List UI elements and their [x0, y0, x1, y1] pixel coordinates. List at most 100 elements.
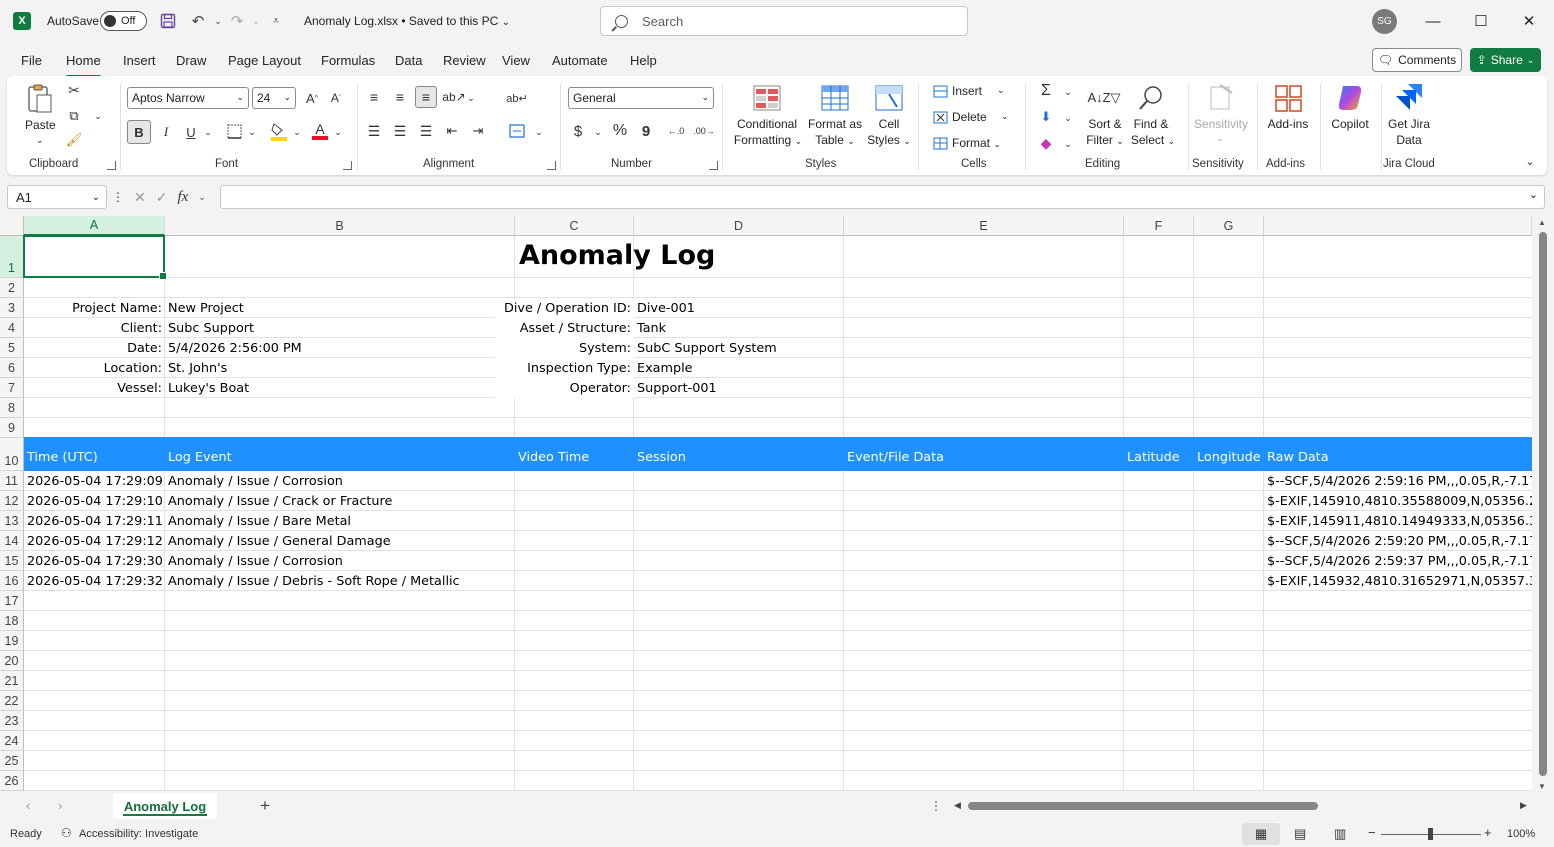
percent-button[interactable]: %: [611, 121, 629, 141]
format-as-table-label-2[interactable]: Table ⌄: [804, 133, 866, 149]
sort-filter-icon[interactable]: A↓Z▽: [1087, 82, 1121, 114]
find-select-label-2[interactable]: Select ⌄: [1127, 133, 1179, 149]
prev-sheet-icon[interactable]: ‹: [26, 798, 30, 813]
zoom-level[interactable]: 100%: [1507, 828, 1535, 840]
row-header-2[interactable]: 2: [0, 278, 24, 298]
delete-dropdown-icon[interactable]: ⌄: [1001, 109, 1009, 124]
raw-data-cell[interactable]: $-EXIF,145910,4810.35588009,N,05356.2399…: [1264, 491, 1532, 511]
sort-filter-label-1[interactable]: Sort &: [1087, 117, 1123, 132]
row-header-26[interactable]: 26: [0, 771, 24, 791]
get-jira-data-label-2[interactable]: Data: [1382, 133, 1436, 148]
conditional-formatting-label-1[interactable]: Conditional: [732, 117, 802, 132]
table-header-cell[interactable]: Time (UTC): [24, 437, 165, 471]
time-cell[interactable]: 2026-05-04 17:29:11: [24, 511, 165, 531]
column-header-b[interactable]: B: [165, 216, 515, 236]
row-header-17[interactable]: 17: [0, 591, 24, 611]
clipboard-launcher-icon[interactable]: [107, 161, 116, 170]
tab-home[interactable]: Home: [66, 53, 101, 78]
align-right-icon[interactable]: ☰: [417, 122, 435, 140]
table-header-cell[interactable]: Log Event: [165, 437, 515, 471]
cell-styles-label-1[interactable]: Cell: [869, 117, 909, 132]
clear-icon[interactable]: ◆: [1037, 134, 1055, 152]
comma-style-button[interactable]: 9: [639, 121, 653, 141]
scroll-down-icon[interactable]: ▼: [1538, 782, 1546, 791]
fill-dropdown-icon[interactable]: ⌄: [1063, 112, 1073, 124]
row-header-16[interactable]: 16: [0, 571, 24, 591]
normal-view-icon[interactable]: ▦: [1242, 823, 1280, 845]
sheet-tab-anomaly-log[interactable]: Anomaly Log: [113, 793, 217, 819]
insert-cells-button[interactable]: Insert: [952, 84, 982, 99]
underline-dropdown-icon[interactable]: ⌄: [203, 126, 213, 138]
paste-icon[interactable]: [25, 82, 55, 116]
number-format-select[interactable]: General ⌄: [568, 87, 714, 109]
table-header-cell[interactable]: Latitude: [1124, 437, 1194, 471]
row-header-4[interactable]: 4: [0, 318, 24, 338]
row-header-19[interactable]: 19: [0, 631, 24, 651]
avatar[interactable]: SG: [1372, 9, 1397, 34]
tab-view[interactable]: View: [502, 53, 530, 68]
scroll-left-icon[interactable]: ◀: [954, 800, 961, 811]
collapse-ribbon-icon[interactable]: ⌄: [1523, 154, 1537, 168]
font-launcher-icon[interactable]: [343, 161, 352, 170]
tab-review[interactable]: Review: [443, 53, 486, 68]
select-all-corner[interactable]: [0, 216, 24, 236]
spreadsheet-grid[interactable]: A B C D E F G 1 2 3 4 5 6 7 8 9 10 11 12 13 14 15 16 17 18 19 20 21…: [0, 216, 1532, 791]
format-painter-icon[interactable]: 🖌: [66, 132, 83, 148]
autosum-icon[interactable]: Σ: [1037, 82, 1055, 100]
fill-icon[interactable]: ⬇: [1037, 108, 1055, 126]
document-title[interactable]: Anomaly Log.xlsx • Saved to this PC ⌄: [304, 14, 510, 28]
tab-formulas[interactable]: Formulas: [321, 53, 375, 68]
zoom-out-icon[interactable]: −: [1368, 825, 1376, 840]
currency-dropdown-icon[interactable]: ⌄: [593, 126, 603, 138]
log-event-cell[interactable]: Anomaly / Issue / Corrosion: [165, 471, 515, 491]
maximize-icon[interactable]: ☐: [1469, 10, 1493, 32]
tab-file[interactable]: File: [21, 53, 42, 68]
table-header-cell[interactable]: Event/File Data: [844, 437, 1124, 471]
cut-icon[interactable]: ✂: [66, 82, 82, 98]
fill-color-icon[interactable]: [269, 120, 289, 142]
tab-page-layout[interactable]: Page Layout: [228, 53, 301, 68]
row-header-18[interactable]: 18: [0, 611, 24, 631]
scroll-up-icon[interactable]: ▲: [1538, 218, 1546, 227]
row-header-7[interactable]: 7: [0, 378, 24, 398]
currency-button[interactable]: $: [570, 121, 586, 141]
log-event-cell[interactable]: Anomaly / Issue / Bare Metal: [165, 511, 515, 531]
formula-input[interactable]: ⌄: [220, 185, 1545, 209]
row-header-15[interactable]: 15: [0, 551, 24, 571]
clear-dropdown-icon[interactable]: ⌄: [1063, 138, 1073, 150]
row-header-3[interactable]: 3: [0, 298, 24, 318]
column-header-g[interactable]: G: [1194, 216, 1264, 236]
tab-data[interactable]: Data: [395, 53, 422, 68]
sort-filter-label-2[interactable]: Filter ⌄: [1081, 133, 1129, 149]
time-cell[interactable]: 2026-05-04 17:29:10: [24, 491, 165, 511]
cell-styles-icon[interactable]: [874, 84, 904, 112]
align-left-icon[interactable]: ☰: [365, 122, 383, 140]
row-header-8[interactable]: 8: [0, 398, 24, 418]
horizontal-scroll-thumb[interactable]: [968, 802, 1318, 810]
raw-data-cell[interactable]: $--SCF,5/4/2026 2:59:16 PM,,,0.05,R,-7.1…: [1264, 471, 1532, 491]
delete-cells-icon[interactable]: [932, 110, 948, 124]
active-cell-selection[interactable]: [23, 235, 167, 280]
column-header-h[interactable]: [1264, 216, 1532, 236]
delete-cells-button[interactable]: Delete: [952, 110, 987, 125]
align-center-icon[interactable]: ☰: [391, 122, 409, 140]
row-header-5[interactable]: 5: [0, 338, 24, 358]
comments-button[interactable]: 🗨 Comments: [1372, 48, 1462, 72]
conditional-formatting-label-2[interactable]: Formatting ⌄: [728, 133, 808, 149]
scroll-right-icon[interactable]: ▶: [1520, 800, 1527, 811]
merge-center-icon[interactable]: [507, 122, 527, 140]
time-cell[interactable]: 2026-05-04 17:29:12: [24, 531, 165, 551]
log-event-cell[interactable]: Anomaly / Issue / Debris - Soft Rope / M…: [165, 571, 515, 591]
underline-button[interactable]: U: [181, 120, 201, 144]
undo-icon[interactable]: ↶: [188, 11, 208, 31]
font-name-select[interactable]: Aptos Narrow ⌄: [127, 87, 249, 109]
insert-dropdown-icon[interactable]: ⌄: [997, 83, 1005, 98]
format-cells-button[interactable]: Format ⌄: [952, 136, 1001, 152]
raw-data-cell[interactable]: $-EXIF,145932,4810.31652971,N,05357.3831…: [1264, 571, 1532, 591]
log-event-cell[interactable]: Anomaly / Issue / General Damage: [165, 531, 515, 551]
column-header-f[interactable]: F: [1124, 216, 1194, 236]
redo-dropdown-icon[interactable]: ⌄: [246, 11, 266, 31]
more-options-icon[interactable]: ⋮: [112, 189, 124, 205]
row-header-24[interactable]: 24: [0, 731, 24, 751]
table-header-cell[interactable]: Raw Data: [1264, 437, 1532, 471]
